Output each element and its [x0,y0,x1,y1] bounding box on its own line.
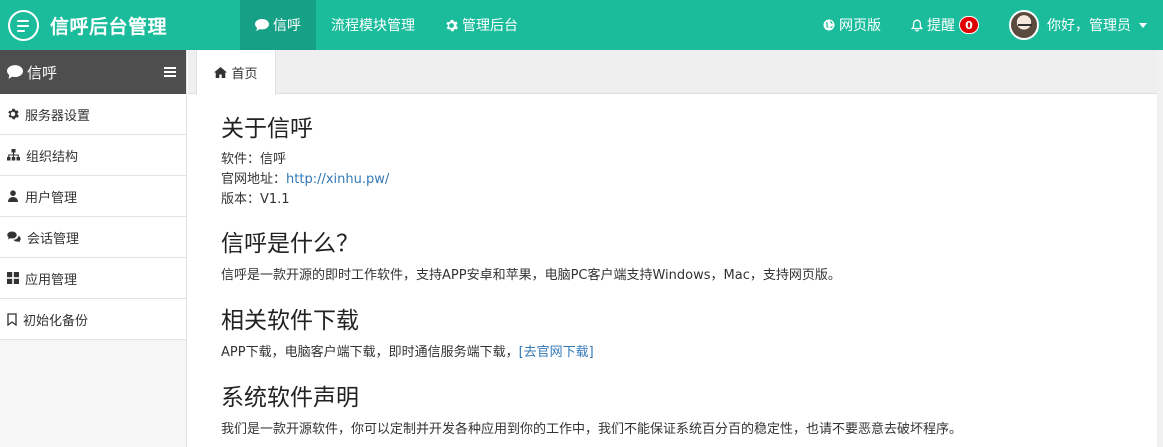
sidebar: 信呼 服务器设置 组织结构 用户管理 会话管理 应用管理 初始化备份 [0,50,187,447]
sidebar-item-label: 用户管理 [25,190,78,206]
download-link[interactable]: [去官网下载] [519,345,594,360]
web-version-link[interactable]: 网页版 [808,0,896,50]
bookmark-icon [7,312,17,326]
what-title: 信呼是什么？ [221,231,359,257]
menu-toggle-icon[interactable] [164,67,176,77]
download-text: APP下载，电脑客户端下载，即时通信服务端下载， [221,345,519,360]
reminder-count-badge: 0 [959,16,979,34]
nav-label: 管理后台 [462,18,518,34]
sidebar-item-label: 组织结构 [26,149,79,165]
user-menu[interactable]: 你好，管理员 [994,0,1163,50]
sidebar-item-label: 会话管理 [27,231,80,247]
sidebar-item-apps[interactable]: 应用管理 [0,258,186,299]
nav-label: 信呼 [273,18,301,34]
bell-icon [911,19,923,31]
sidebar-menu: 服务器设置 组织结构 用户管理 会话管理 应用管理 初始化备份 [0,94,186,340]
tab-label: 首页 [231,67,258,82]
grid-icon [7,272,19,284]
nav-item-xinhu[interactable]: 信呼 [240,0,316,50]
sidebar-title: 信呼 [27,63,58,82]
what-text: 信呼是一款开源的即时工作软件，支持APP安卓和苹果，电脑PC客户端支持Windo… [221,268,841,283]
gear-icon [8,108,19,120]
download-line: APP下载，电脑客户端下载，即时通信服务端下载，[去官网下载] [221,343,594,363]
software-line: 软件：信呼 [221,152,287,167]
nav-item-admin[interactable]: 管理后台 [430,0,533,50]
globe-icon [823,19,835,31]
nav-label: 流程模块管理 [331,18,415,34]
site-prefix: 官网地址： [221,172,287,187]
right-nav: 网页版 提醒 0 你好，管理员 [808,0,1163,50]
brand[interactable]: 信呼后台管理 [8,9,167,41]
user-icon [8,190,18,202]
sidebar-item-server-settings[interactable]: 服务器设置 [0,94,186,135]
sidebar-item-label: 服务器设置 [25,108,91,124]
reminder-button[interactable]: 提醒 0 [896,0,994,50]
statement-text: 我们是一款开源软件，你可以定制并开发各种应用到你的工作中，我们不能保证系统百分百… [221,422,963,437]
sidebar-item-label: 应用管理 [25,272,78,288]
reminder-label: 提醒 [927,18,955,34]
top-navbar: 信呼后台管理 信呼 流程模块管理 管理后台 网页版 提醒 0 你好，管理员 [0,0,1163,50]
sidebar-item-sessions[interactable]: 会话管理 [0,217,186,258]
download-title: 相关软件下载 [221,308,359,334]
statement-title: 系统软件声明 [221,385,359,411]
user-greeting: 你好，管理员 [1047,18,1131,34]
comment-icon [7,65,23,79]
version-line: 版本：V1.1 [221,192,290,207]
about-title: 关于信呼 [221,116,313,142]
scrollbar[interactable] [1157,50,1163,447]
brand-title: 信呼后台管理 [50,15,168,38]
tab-bar: 首页 [188,50,1163,95]
home-icon [214,67,228,78]
sidebar-item-users[interactable]: 用户管理 [0,176,186,217]
avatar [1009,10,1039,40]
tab-home[interactable]: 首页 [196,50,276,95]
caret-down-icon [1139,22,1147,28]
sitemap-icon [7,149,20,161]
sidebar-item-label: 初始化备份 [23,313,89,329]
nav-item-flow-modules[interactable]: 流程模块管理 [316,0,430,50]
main-nav: 信呼 流程模块管理 管理后台 [240,0,533,50]
chat-logo-icon [8,9,39,41]
sidebar-header: 信呼 [0,50,186,94]
gear-icon [446,19,458,31]
site-line: 官网地址：http://xinhu.pw/ [221,170,389,190]
comments-icon [7,231,21,243]
site-url-link[interactable]: http://xinhu.pw/ [286,172,389,187]
sidebar-item-organization[interactable]: 组织结构 [0,135,186,176]
comment-icon [255,19,269,31]
web-version-label: 网页版 [839,18,881,34]
sidebar-item-backup[interactable]: 初始化备份 [0,299,186,340]
